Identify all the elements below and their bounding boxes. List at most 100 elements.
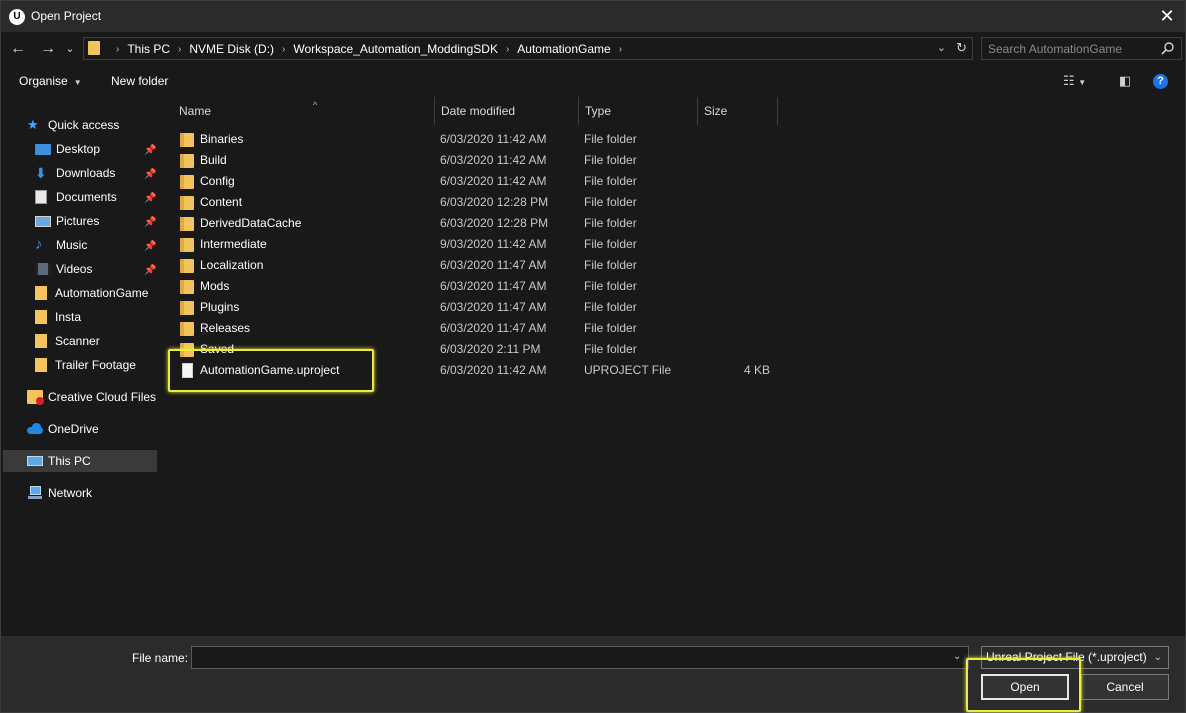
folder-icon [180,259,194,273]
pin-icon[interactable]: 📌 [144,169,156,180]
sidebar-item-creative-cloud[interactable]: Creative Cloud Files [27,386,156,408]
search-input[interactable]: Search AutomationGame [988,42,1122,56]
file-date: 6/03/2020 12:28 PM [440,216,549,230]
sidebar-item-insta[interactable]: Insta [35,306,81,328]
table-row[interactable]: Intermediate 9/03/2020 11:42 AM File fol… [176,234,776,255]
organise-button[interactable]: Organise ▼ [19,74,82,88]
pin-icon[interactable]: 📌 [144,193,156,204]
folder-icon [180,280,194,294]
table-row[interactable]: Config 6/03/2020 11:42 AM File folder [176,171,776,192]
sidebar-item-scanner[interactable]: Scanner [35,330,100,352]
folder-icon [180,301,194,315]
sidebar-item-label: OneDrive [48,422,99,436]
file-name: Plugins [200,300,240,314]
sidebar-item-label: Music [56,238,88,252]
file-type: File folder [584,153,637,167]
breadcrumb-this-pc[interactable]: This PC [127,42,170,56]
file-date: 6/03/2020 11:47 AM [440,258,547,272]
chevron-down-icon[interactable]: ⌄ [937,41,946,54]
folder-icon [35,286,47,300]
table-row[interactable]: Content 6/03/2020 12:28 PM File folder [176,192,776,213]
sidebar-item-network[interactable]: Network [27,482,92,504]
file-list: Name ^ Date modified Type Size Binaries … [160,97,1185,636]
creative-cloud-icon [27,390,44,405]
sidebar-item-label: AutomationGame [55,286,149,300]
table-row[interactable]: Binaries 6/03/2020 11:42 AM File folder [176,129,776,150]
sidebar-item-label: Scanner [55,334,100,348]
sidebar-item-trailer-footage[interactable]: Trailer Footage [35,354,136,376]
table-row[interactable]: Plugins 6/03/2020 11:47 AM File folder [176,297,776,318]
breadcrumb: › This PC › NVME Disk (D:) › Workspace_A… [108,42,630,56]
sidebar-item-pictures[interactable]: Pictures [35,210,99,232]
search-icon[interactable] [1161,41,1175,55]
table-row[interactable]: Saved 6/03/2020 2:11 PM File folder [176,339,776,360]
forward-button[interactable]: → [37,39,59,59]
chevron-right-icon[interactable]: › [282,44,285,55]
folder-icon [180,196,194,210]
recent-locations-button[interactable]: ⌄ [63,39,77,59]
table-row[interactable]: DerivedDataCache 6/03/2020 12:28 PM File… [176,213,776,234]
address-bar[interactable]: › This PC › NVME Disk (D:) › Workspace_A… [83,37,973,60]
folder-icon [180,322,194,336]
file-type-filter-value: Unreal Project File (*.uproject) [986,650,1147,664]
cancel-button[interactable]: Cancel [1081,674,1169,700]
sidebar-item-documents[interactable]: Documents [35,186,117,208]
sidebar-item-this-pc[interactable]: This PC [3,450,157,472]
sidebar-item-label: Creative Cloud Files [48,390,157,404]
sidebar-item-desktop[interactable]: Desktop [35,138,157,160]
pin-icon[interactable]: 📌 [144,145,156,156]
new-folder-button[interactable]: New folder [111,74,168,88]
open-button[interactable]: Open [981,674,1069,700]
table-row[interactable]: Mods 6/03/2020 11:47 AM File folder [176,276,776,297]
view-options-icon[interactable]: ☷ ▼ [1063,73,1086,89]
search-box[interactable]: Search AutomationGame [981,37,1182,60]
column-header-date[interactable]: Date modified [435,97,579,125]
sidebar-item-videos[interactable]: Videos [35,258,92,280]
network-icon [27,486,43,500]
column-header-type[interactable]: Type [579,97,698,125]
table-row-uproject[interactable]: AutomationGame.uproject 6/03/2020 11:42 … [176,360,776,381]
breadcrumb-automationgame[interactable]: AutomationGame [517,42,610,56]
file-name: AutomationGame.uproject [200,363,340,377]
file-type: File folder [584,195,637,209]
chevron-right-icon[interactable]: › [619,44,622,55]
sidebar-item-automationgame[interactable]: AutomationGame [35,282,148,304]
folder-icon [180,154,194,168]
preview-pane-icon[interactable]: ◧ [1119,73,1131,89]
close-button[interactable]: ✕ [1149,1,1185,32]
sidebar-item-onedrive[interactable]: OneDrive [27,418,99,440]
pin-icon[interactable]: 📌 [144,217,156,228]
file-date: 6/03/2020 11:42 AM [440,132,547,146]
file-name-input[interactable] [191,646,969,669]
unreal-logo-icon: U [9,9,25,25]
star-icon: ★ [27,117,39,132]
column-header-size[interactable]: Size [698,97,778,125]
chevron-right-icon[interactable]: › [506,44,509,55]
pin-icon[interactable]: 📌 [144,265,156,276]
breadcrumb-nvme-disk[interactable]: NVME Disk (D:) [189,42,274,56]
folder-icon [180,217,194,231]
chevron-right-icon[interactable]: › [178,44,181,55]
file-date: 9/03/2020 11:42 AM [440,237,547,251]
organise-label: Organise [19,74,68,88]
help-icon[interactable]: ? [1153,74,1168,89]
file-date: 6/03/2020 12:28 PM [440,195,549,209]
sidebar-item-quick-access[interactable]: ★ Quick access [27,114,119,136]
chevron-down-icon[interactable]: ⌄ [953,651,961,662]
pin-icon[interactable]: 📌 [144,241,156,252]
table-row[interactable]: Build 6/03/2020 11:42 AM File folder [176,150,776,171]
back-button[interactable]: ← [7,39,29,59]
file-type-filter[interactable]: Unreal Project File (*.uproject) ⌄ [981,646,1169,669]
sort-ascending-icon: ^ [313,100,318,110]
folder-icon [35,334,47,348]
table-row[interactable]: Releases 6/03/2020 11:47 AM File folder [176,318,776,339]
file-type: File folder [584,216,637,230]
table-row[interactable]: Localization 6/03/2020 11:47 AM File fol… [176,255,776,276]
column-header-name[interactable]: Name ^ [173,97,435,125]
breadcrumb-workspace[interactable]: Workspace_Automation_ModdingSDK [293,42,498,56]
dialog-footer: File name: ⌄ Unreal Project File (*.upro… [1,636,1185,712]
chevron-right-icon: › [116,43,120,55]
sidebar-item-music[interactable]: ♪ Music [35,234,87,256]
sidebar-item-downloads[interactable]: ⬇ Downloads [35,162,115,184]
refresh-icon[interactable]: ↻ [956,40,967,56]
